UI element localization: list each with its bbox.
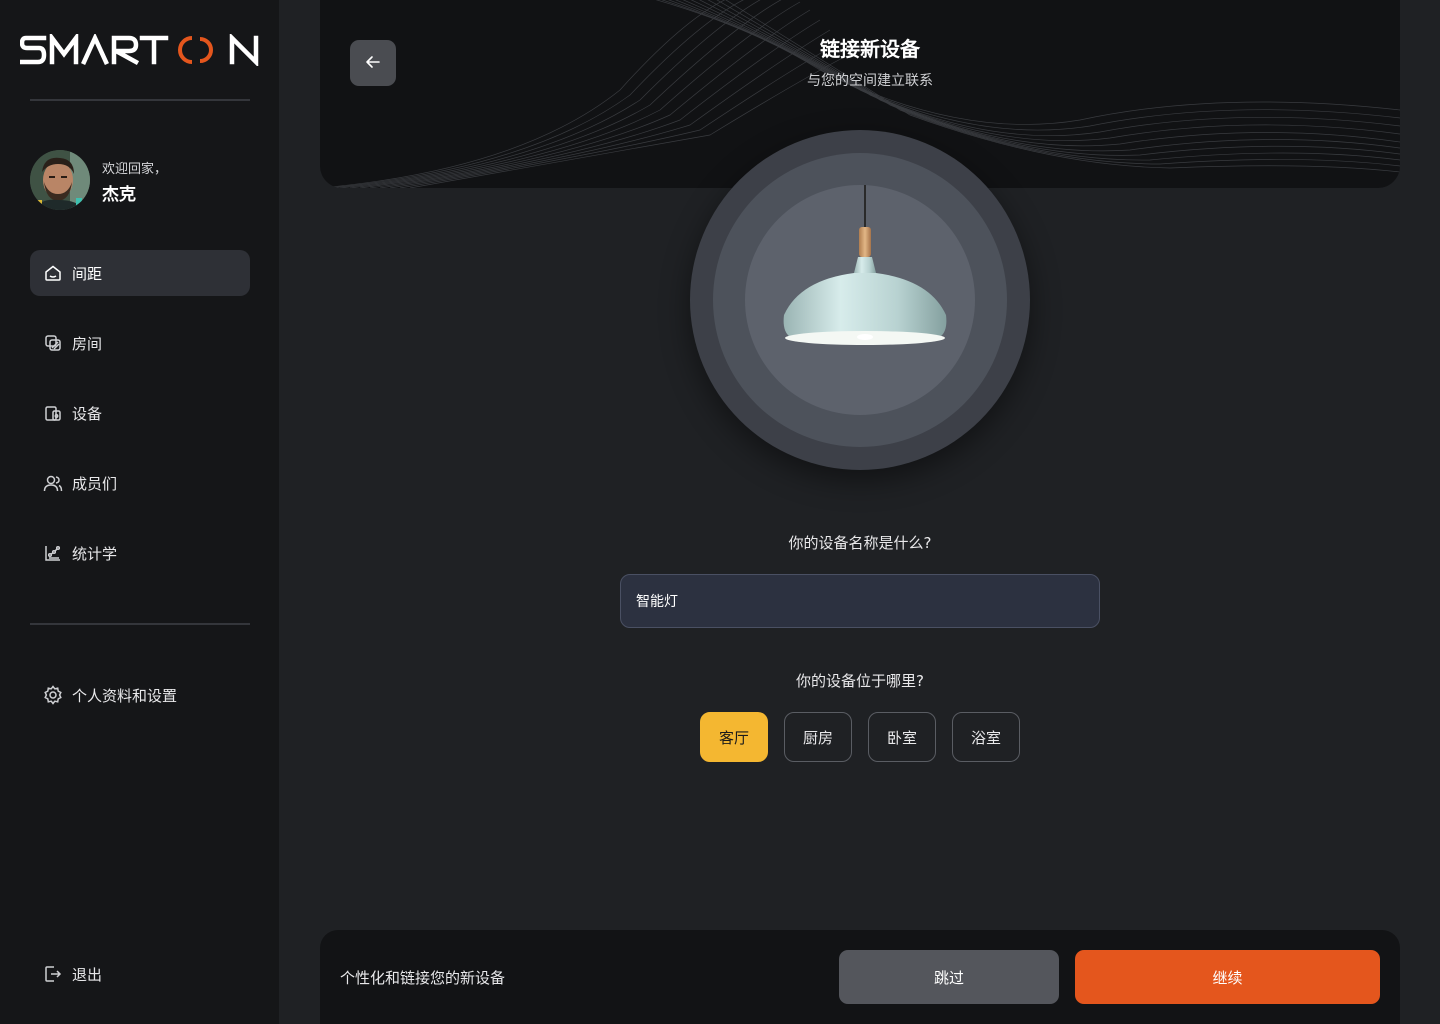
smartoon-logo[interactable] (20, 34, 260, 66)
device-name-question: 你的设备名称是什么? (788, 534, 932, 552)
home-icon (43, 263, 63, 283)
continue-button[interactable]: 继续 (1075, 950, 1380, 1004)
sidebar-item-spaces[interactable]: 间距 (30, 250, 250, 296)
sidebar-divider (30, 99, 250, 101)
user-profile[interactable]: 欢迎回家， 杰克 (30, 150, 250, 210)
device-location-question: 你的设备位于哪里? (796, 672, 924, 690)
logout-button[interactable]: 退出 (30, 951, 250, 997)
logout-icon (43, 964, 63, 984)
device-name-input[interactable] (620, 574, 1100, 628)
footer-text: 个性化和链接您的新设备 (340, 969, 506, 987)
sidebar-item-members[interactable]: 成员们 (30, 460, 250, 506)
sidebar: 欢迎回家， 杰克 间距 房间 设备 成员们 统计学 个人资料和设置 退出 (0, 0, 279, 1024)
rooms-icon (43, 333, 63, 353)
page-title: 链接新设备 (820, 37, 920, 61)
sidebar-item-statistics[interactable]: 统计学 (30, 530, 250, 576)
room-chip-bedroom[interactable]: 卧室 (868, 712, 936, 762)
users-icon (43, 473, 63, 493)
stats-icon (43, 543, 63, 563)
sidebar-item-devices[interactable]: 设备 (30, 390, 250, 436)
sidebar-item-label: 个人资料和设置 (72, 686, 178, 705)
sidebar-item-label: 统计学 (72, 544, 118, 563)
sidebar-divider (30, 623, 250, 625)
avatar[interactable] (30, 150, 90, 210)
room-chip-living-room[interactable]: 客厅 (700, 712, 768, 762)
logout-label: 退出 (72, 965, 103, 984)
devices-icon (43, 403, 63, 423)
page-subtitle: 与您的空间建立联系 (807, 73, 933, 89)
room-chip-kitchen[interactable]: 厨房 (784, 712, 852, 762)
sidebar-item-label: 间距 (72, 264, 103, 283)
arrow-left-icon (365, 54, 381, 73)
sidebar-item-label: 房间 (72, 334, 103, 353)
gear-icon (43, 685, 63, 705)
pendant-lamp-image (783, 185, 947, 345)
room-chip-bathroom[interactable]: 浴室 (952, 712, 1020, 762)
sidebar-item-settings[interactable]: 个人资料和设置 (30, 672, 250, 718)
back-button[interactable] (350, 40, 396, 86)
sidebar-item-rooms[interactable]: 房间 (30, 320, 250, 366)
user-name: 杰克 (102, 185, 136, 205)
sidebar-item-label: 成员们 (72, 474, 118, 493)
sidebar-item-label: 设备 (72, 404, 103, 423)
welcome-text: 欢迎回家， (102, 162, 168, 177)
skip-button[interactable]: 跳过 (839, 950, 1059, 1004)
